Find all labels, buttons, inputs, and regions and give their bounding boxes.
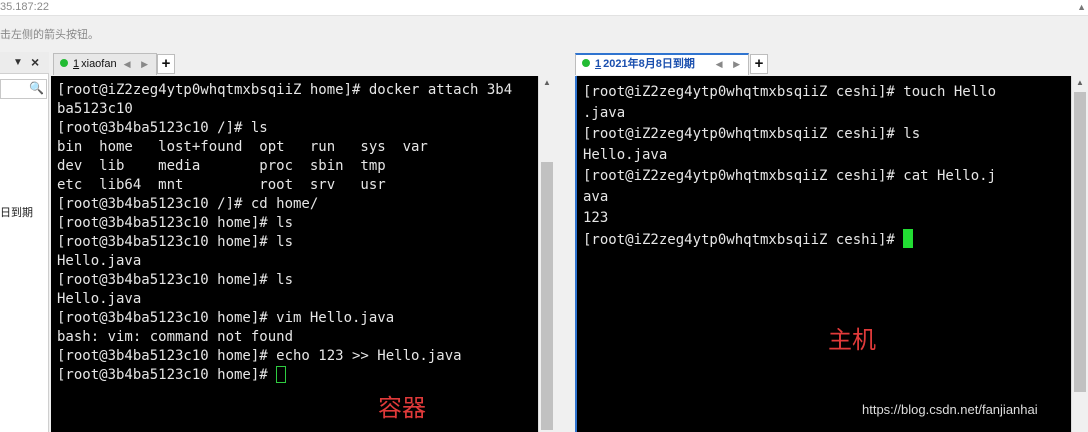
terminal-line: etc lib64 mnt root srv usr [57, 177, 386, 193]
terminal-line: bash: vim: command not found [57, 329, 294, 345]
terminal-line: [root@3b4ba5123c10 home]# ls [57, 215, 294, 231]
address-text: 35.187:22 [0, 1, 49, 13]
tab-number: 1 [595, 58, 602, 70]
add-tab-button[interactable]: + [157, 54, 175, 74]
terminal-line: .java [583, 105, 626, 121]
scrollbar-thumb[interactable] [1074, 92, 1086, 392]
session-search-input[interactable]: 🔍 [0, 79, 47, 99]
tab-scroll-arrows-icon[interactable]: ◀ ▶ [716, 55, 744, 73]
terminal-prompt: [root@iZ2zeg4ytp0whqtmxbsqiiZ ceshi]# [583, 232, 904, 248]
container-terminal[interactable]: [root@iZ2zeg4ytp0whqtmxbsqiiZ home]# doc… [51, 76, 555, 432]
terminal-output: [root@iZ2zeg4ytp0whqtmxbsqiiZ ceshi]# to… [583, 82, 996, 251]
tab-scroll-arrows-icon[interactable]: ◀ ▶ [124, 54, 152, 74]
terminal-line: dev lib media proc sbin tmp [57, 158, 386, 174]
pin-icon[interactable]: ▼ [13, 57, 23, 68]
tab-bar-right: 1 2021年8月8日到期 ◀ ▶ + [573, 52, 1088, 76]
split-divider[interactable] [555, 52, 573, 432]
terminal-prompt: [root@3b4ba5123c10 home]# [57, 367, 277, 383]
terminal-line: [root@3b4ba5123c10 home]# echo 123 >> He… [57, 348, 462, 364]
host-terminal[interactable]: [root@iZ2zeg4ytp0whqtmxbsqiiZ ceshi]# to… [575, 76, 1088, 432]
close-icon[interactable]: × [31, 54, 39, 70]
terminal-line: [root@iZ2zeg4ytp0whqtmxbsqiiZ ceshi]# to… [583, 84, 997, 100]
terminal-line: [root@iZ2zeg4ytp0whqtmxbsqiiZ home]# doc… [57, 82, 513, 98]
container-caption: 容器 [378, 394, 426, 422]
hint-text: 击左侧的箭头按钮。 [0, 29, 99, 41]
session-list-item[interactable]: 日到期 [0, 204, 33, 220]
vertical-scrollbar[interactable]: ▲ [538, 76, 555, 432]
scroll-up-icon[interactable]: ▲ [1077, 2, 1086, 12]
terminal-line: bin home lost+found opt run sys var [57, 139, 428, 155]
session-panel: ▼ × 🔍 日到期 [0, 52, 49, 432]
host-caption: 主机 [828, 326, 876, 354]
terminal-line: [root@3b4ba5123c10 home]# ls [57, 272, 294, 288]
scroll-up-icon[interactable]: ▲ [1076, 78, 1084, 87]
terminal-line: [root@iZ2zeg4ytp0whqtmxbsqiiZ ceshi]# ca… [583, 168, 997, 184]
terminal-output: [root@iZ2zeg4ytp0whqtmxbsqiiZ home]# doc… [57, 81, 512, 385]
terminal-cursor [276, 366, 287, 383]
session-panel-header: ▼ × [0, 52, 49, 74]
terminal-line: 123 [583, 210, 609, 226]
terminal-line: [root@3b4ba5123c10 home]# vim Hello.java [57, 310, 395, 326]
tab-label: 2021年8月8日到期 [603, 58, 695, 70]
tab-xiaofan[interactable]: 1 xiaofan ◀ ▶ [53, 53, 157, 75]
terminal-line: [root@3b4ba5123c10 home]# ls [57, 234, 294, 250]
terminal-line: [root@3b4ba5123c10 /]# cd home/ [57, 196, 319, 212]
terminal-line: [root@3b4ba5123c10 /]# ls [57, 120, 268, 136]
terminal-line: Hello.java [583, 147, 668, 163]
connected-status-icon [60, 59, 68, 68]
scrollbar-thumb[interactable] [541, 162, 553, 430]
watermark: https://blog.csdn.net/fanjianhai [862, 402, 1038, 417]
vertical-scrollbar[interactable]: ▲ [1071, 76, 1088, 432]
tab-2021-expiry[interactable]: 1 2021年8月8日到期 ◀ ▶ [575, 53, 749, 75]
terminal-line: [root@iZ2zeg4ytp0whqtmxbsqiiZ ceshi]# ls [583, 126, 921, 142]
terminal-line: ba5123c10 [57, 101, 133, 117]
add-tab-button[interactable]: + [750, 54, 768, 74]
terminal-line: Hello.java [57, 291, 142, 307]
address-bar: 35.187:22 ▲ [0, 0, 1088, 16]
tab-label: xiaofan [81, 58, 117, 70]
tab-number: 1 [73, 58, 80, 70]
search-icon[interactable]: 🔍 [29, 81, 44, 95]
terminal-cursor [903, 229, 914, 248]
hint-bar: 击左侧的箭头按钮。 [0, 17, 1088, 47]
terminal-line: Hello.java [57, 253, 142, 269]
tab-bar-left: 1 xiaofan ◀ ▶ + [51, 52, 555, 76]
connected-status-icon [582, 59, 590, 68]
scroll-up-icon[interactable]: ▲ [543, 78, 551, 87]
terminal-line: ava [583, 189, 609, 205]
